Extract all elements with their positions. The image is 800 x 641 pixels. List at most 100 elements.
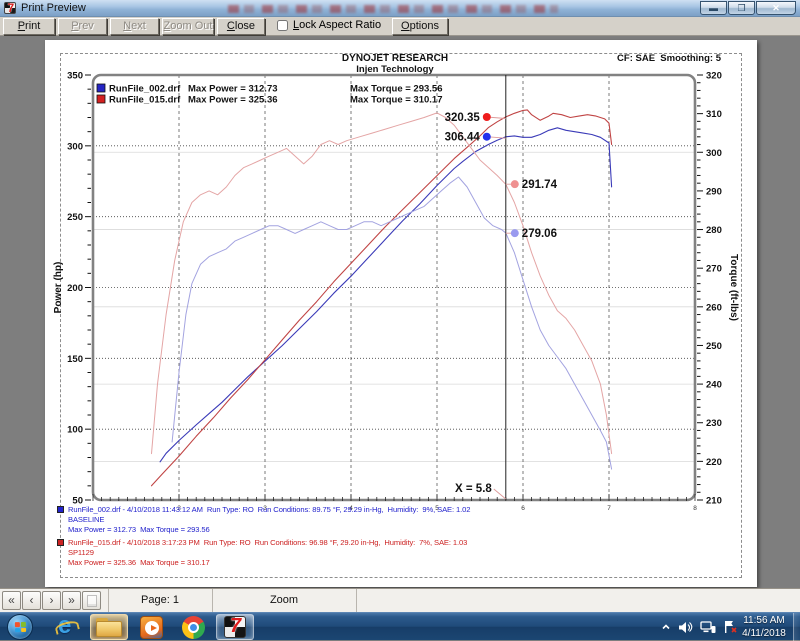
torque-tick-label: 230 <box>706 418 722 429</box>
run1-info: RunFile_002.drf - 4/10/2018 11:43:12 AM … <box>68 505 470 514</box>
hidden-icons-arrow[interactable] <box>661 622 671 632</box>
minimize-button[interactable]: ▬ <box>700 1 727 15</box>
print-button[interactable]: Print <box>3 18 55 35</box>
divider <box>212 589 213 613</box>
volume-icon[interactable] <box>678 621 693 634</box>
action-center-flag-icon[interactable] <box>723 620 738 634</box>
torque-tick-label: 270 <box>706 264 722 275</box>
cursor-marker-dot <box>511 180 519 188</box>
first-page-button[interactable]: « <box>2 591 21 610</box>
taskbar: e 7 11:56 AM 4/11/2018 <box>0 612 800 640</box>
torque-tick-label: 320 <box>706 71 722 82</box>
app-icon: 7 <box>4 2 16 14</box>
x-tick-label: 6 <box>521 505 525 512</box>
prev-page-button[interactable]: ‹ <box>22 591 41 610</box>
page-nav-bar: « ‹ › » Page: 1 Zoom <box>0 588 800 612</box>
media-player-icon <box>140 616 163 639</box>
internet-explorer-icon: e <box>55 615 79 639</box>
torque-tick-label: 310 <box>706 109 722 120</box>
window-titlebar: 7 Print Preview ▬ ❐ ✕ <box>0 0 800 17</box>
next-page-button[interactable]: › <box>42 591 61 610</box>
prev-button[interactable]: Prev <box>58 18 107 35</box>
cursor-value-label: 306.44 <box>445 132 481 144</box>
lock-aspect-group: Lock Aspect Ratio <box>277 19 381 31</box>
close-window-button[interactable]: ✕ <box>756 1 796 15</box>
run1-name: BASELINE <box>68 515 104 524</box>
window-controls: ▬ ❐ ✕ <box>699 1 796 15</box>
dynojet-app-icon: 7 <box>224 616 246 638</box>
divider <box>356 589 357 613</box>
system-tray <box>661 613 738 641</box>
power-tick-label: 100 <box>67 425 83 436</box>
cursor-marker-dot <box>483 113 491 121</box>
torque-tick-label: 210 <box>706 496 722 507</box>
torque-tick-label: 280 <box>706 225 722 236</box>
cursor-marker-dot <box>511 229 519 237</box>
clock-time: 11:56 AM <box>738 614 790 627</box>
curve-power_002 <box>160 128 611 462</box>
screen: 7 Print Preview ▬ ❐ ✕ Print Prev Next Zo… <box>0 0 800 640</box>
print-preview-toolbar: Print Prev Next Zoom Out Close Lock Aspe… <box>0 17 800 36</box>
lock-aspect-checkbox[interactable] <box>277 20 288 31</box>
zoom-out-button[interactable]: Zoom Out <box>162 18 214 35</box>
power-tick-label: 200 <box>67 283 83 294</box>
legend-row: RunFile_002.drfMax Power = 312.73Max Tor… <box>109 84 443 95</box>
taskbar-item-dynojet[interactable]: 7 <box>216 614 254 640</box>
next-button[interactable]: Next <box>110 18 159 35</box>
taskbar-item-chrome[interactable] <box>174 614 212 640</box>
last-page-button[interactable]: » <box>62 591 81 610</box>
x-tick-label: 7 <box>607 505 611 512</box>
cursor-x-label: X = 5.8 <box>455 483 492 495</box>
taskbar-item-internet-explorer[interactable]: e <box>48 614 86 640</box>
windows-flag-icon <box>14 622 26 633</box>
divider <box>108 589 109 613</box>
torque-tick-label: 300 <box>706 148 722 159</box>
page-indicator: Page: 1 <box>120 594 200 606</box>
curve-torque_002 <box>172 177 611 469</box>
taskbar-item-media-player[interactable] <box>132 614 170 640</box>
cursor-value-label: 291.74 <box>522 179 558 191</box>
clock-date: 4/11/2018 <box>738 627 790 640</box>
zoom-indicator: Zoom <box>224 594 344 606</box>
run2-info: RunFile_015.drf - 4/10/2018 3:17:23 PM R… <box>68 538 467 547</box>
torque-tick-label: 260 <box>706 302 722 313</box>
window-title: Print Preview <box>21 2 86 14</box>
lock-aspect-label: Lock Aspect Ratio <box>293 19 381 31</box>
preview-page: DYNOJET RESEARCH Injen Technology CF: SA… <box>45 40 757 587</box>
torque-axis-title: Torque (ft-lbs) <box>728 254 739 321</box>
run2-name: SP1129 <box>68 548 94 557</box>
taskbar-item-file-explorer[interactable] <box>90 614 128 640</box>
document-path-blurred <box>228 5 558 13</box>
legend-swatch <box>97 95 105 103</box>
run2-color-swatch <box>57 539 64 546</box>
power-tick-label: 300 <box>67 141 83 152</box>
cursor-x-callout <box>494 489 506 499</box>
legend-row: RunFile_015.drfMax Power = 325.36Max Tor… <box>109 95 443 106</box>
page-setup-button[interactable] <box>82 591 101 610</box>
folder-icon <box>96 618 122 637</box>
close-button[interactable]: Close <box>217 18 265 35</box>
page-icon <box>87 595 97 607</box>
torque-tick-label: 240 <box>706 380 722 391</box>
cursor-value-label: 279.06 <box>522 228 557 240</box>
preview-area: DYNOJET RESEARCH Injen Technology CF: SA… <box>0 36 800 588</box>
torque-tick-label: 290 <box>706 186 722 197</box>
maximize-button[interactable]: ❐ <box>728 1 755 15</box>
cursor-marker-dot <box>483 133 491 141</box>
curve-torque_015 <box>152 113 612 454</box>
power-tick-label: 250 <box>67 212 83 223</box>
legend-swatch <box>97 84 105 92</box>
options-button[interactable]: Options <box>392 18 448 35</box>
chrome-icon <box>182 616 205 639</box>
torque-tick-label: 250 <box>706 341 722 352</box>
network-icon[interactable] <box>700 621 716 634</box>
taskbar-clock[interactable]: 11:56 AM 4/11/2018 <box>738 614 790 640</box>
x-tick-label: 8 <box>693 505 697 512</box>
show-desktop-button[interactable] <box>793 613 800 641</box>
run2-max: Max Power = 325.36 Max Torque = 310.17 <box>68 558 210 567</box>
start-button[interactable] <box>7 614 33 640</box>
power-tick-label: 350 <box>67 71 83 82</box>
power-tick-label: 150 <box>67 354 83 365</box>
cursor-value-label: 320.35 <box>445 112 481 124</box>
torque-tick-label: 220 <box>706 457 722 468</box>
